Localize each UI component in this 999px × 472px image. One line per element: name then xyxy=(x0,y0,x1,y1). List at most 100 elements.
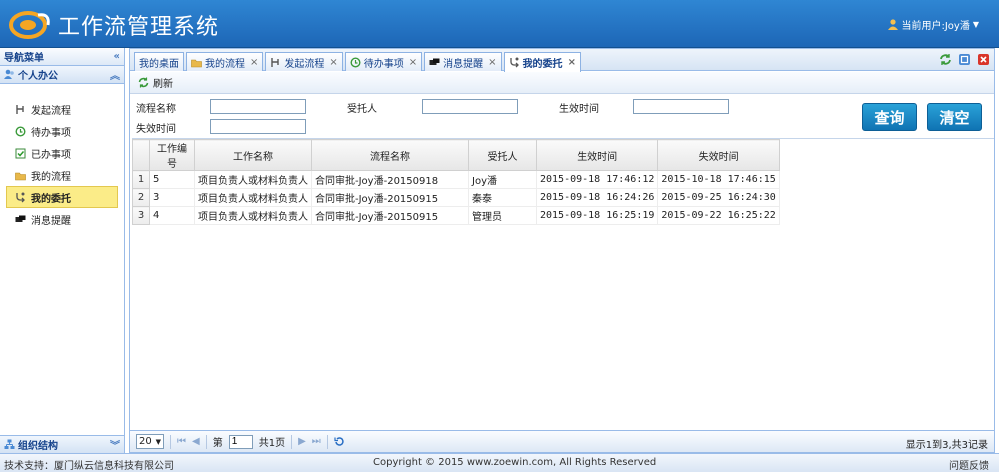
tab-bar: 我的桌面 我的流程 × 发起流程 × 待办事项 × 消息提醒 × 我的委托 × xyxy=(130,49,994,72)
folder-icon xyxy=(15,172,26,180)
org-icon xyxy=(4,439,15,449)
query-button[interactable]: 查询 xyxy=(862,103,917,131)
cell-end: 2015-09-22 16:25:22 xyxy=(657,206,780,225)
cell-end: 2015-09-25 16:24:30 xyxy=(657,188,780,207)
column-header[interactable]: 生效时间 xyxy=(535,139,659,171)
row-number: 1 xyxy=(132,170,150,189)
cell-flow: 合同审批-Joy潘-20150915 xyxy=(311,188,469,207)
collapse-left-icon[interactable]: « xyxy=(114,51,120,62)
sidebar-item-label: 发起流程 xyxy=(31,105,71,117)
process-name-input[interactable] xyxy=(210,99,306,114)
table-row[interactable]: 2 3 项目负责人或材料负责人 合同审批-Joy潘-20150915 秦泰 20… xyxy=(132,188,780,207)
sidebar-item-todo[interactable]: 待办事项 xyxy=(6,120,118,142)
checklist-icon xyxy=(15,148,26,158)
table-header-row: 工作编号 工作名称 流程名称 受托人 生效时间 失效时间 xyxy=(132,139,780,171)
todo-icon xyxy=(350,56,361,68)
users-icon xyxy=(4,69,14,79)
main-panel: 我的桌面 我的流程 × 发起流程 × 待办事项 × 消息提醒 × 我的委托 × … xyxy=(129,48,995,453)
close-icon[interactable]: × xyxy=(250,57,258,68)
expire-time-input[interactable] xyxy=(210,119,306,134)
page-number-input[interactable] xyxy=(228,434,253,449)
pager-info: 显示1到3,共3记录 xyxy=(905,440,988,451)
page-size-select[interactable]: 20 ▼ xyxy=(136,434,164,449)
column-header[interactable]: 工作名称 xyxy=(194,139,312,171)
sidebar-item-label: 待办事项 xyxy=(31,127,71,139)
cell-work: 项目负责人或材料负责人 xyxy=(194,170,312,189)
cell-end: 2015-10-18 17:46:15 xyxy=(657,170,780,189)
clear-button[interactable]: 清空 xyxy=(927,103,982,131)
table-row[interactable]: 1 5 项目负责人或材料负责人 合同审批-Joy潘-20150918 Joy潘 … xyxy=(132,170,780,189)
logo-icon xyxy=(9,11,50,39)
sidebar-item-start-process[interactable]: 发起流程 xyxy=(6,98,118,120)
expand-down-icon[interactable]: ︾ xyxy=(110,437,120,452)
delegate-icon xyxy=(509,57,519,68)
pager-separator xyxy=(326,434,328,449)
column-header[interactable]: 受托人 xyxy=(468,139,537,171)
tab-start-process[interactable]: 发起流程 × xyxy=(265,52,343,71)
refresh-tab-icon[interactable] xyxy=(939,53,952,66)
close-icon[interactable]: × xyxy=(488,57,496,68)
maximize-icon[interactable] xyxy=(958,53,971,66)
cell-start: 2015-09-18 16:25:19 xyxy=(535,206,659,225)
footer: 技术支持：厦门纵云信息科技有限公司 Copyright © 2015 www.z… xyxy=(0,453,999,472)
sidebar-group-org[interactable]: 组织结构 ︾ xyxy=(0,435,124,453)
sidebar-item-done[interactable]: 已办事项 xyxy=(6,142,118,164)
tab-todo[interactable]: 待办事项 × xyxy=(344,52,423,71)
delegate-input[interactable] xyxy=(422,99,518,114)
sidebar-item-label: 我的委托 xyxy=(31,193,71,205)
column-header[interactable]: 失效时间 xyxy=(657,139,780,171)
cell-start: 2015-09-18 16:24:26 xyxy=(535,188,659,207)
collapse-up-icon[interactable]: ︽ xyxy=(110,67,120,82)
refresh-icon[interactable] xyxy=(138,77,149,88)
tab-my-process[interactable]: 我的流程 × xyxy=(186,52,264,71)
first-page-icon[interactable]: ⏮ xyxy=(177,436,186,447)
close-icon[interactable]: × xyxy=(409,57,417,68)
column-header[interactable]: 流程名称 xyxy=(311,139,469,171)
sidebar-item-my-process[interactable]: 我的流程 xyxy=(6,164,118,186)
expire-time-label: 失效时间 xyxy=(136,124,176,135)
delegation-table: 工作编号 工作名称 流程名称 受托人 生效时间 失效时间 1 5 项目负责人或材… xyxy=(132,139,780,225)
sidebar-header: 导航菜单 « xyxy=(0,48,124,66)
message-icon xyxy=(429,58,440,65)
tab-label: 消息提醒 xyxy=(443,58,484,70)
cell-id: 5 xyxy=(149,170,195,189)
chevron-down-icon: ▼ xyxy=(155,437,161,446)
sidebar-bottom-label: 组织结构 xyxy=(18,441,58,452)
sidebar-group-label: 个人办公 xyxy=(18,71,58,82)
refresh-button[interactable]: 刷新 xyxy=(153,75,173,90)
table-row[interactable]: 3 4 项目负责人或材料负责人 合同审批-Joy潘-20150915 管理员 2… xyxy=(132,206,780,225)
next-page-icon[interactable]: ▶ xyxy=(298,436,306,447)
tab-messages[interactable]: 消息提醒 × xyxy=(424,52,502,71)
close-icon[interactable]: × xyxy=(568,57,576,68)
effective-time-input[interactable] xyxy=(633,99,729,114)
page-total: 共1页 xyxy=(258,438,286,449)
cell-id: 3 xyxy=(149,188,195,207)
current-user[interactable]: 当前用户:Joy潘 ▼ xyxy=(888,17,979,32)
row-number: 2 xyxy=(132,188,150,207)
close-panel-icon[interactable] xyxy=(977,53,990,66)
tech-support: 技术支持：厦门纵云信息科技有限公司 xyxy=(4,461,174,472)
message-icon xyxy=(15,215,26,222)
feedback-link[interactable]: 问题反馈 xyxy=(949,457,989,472)
user-icon xyxy=(888,19,899,30)
sidebar-item-my-delegation[interactable]: 我的委托 xyxy=(6,186,118,208)
close-icon[interactable]: × xyxy=(329,57,337,68)
cell-work: 项目负责人或材料负责人 xyxy=(194,206,312,225)
last-page-icon[interactable]: ⏭ xyxy=(312,436,321,447)
search-form: 流程名称 受托人 生效时间 失效时间 查询 清空 xyxy=(130,95,994,139)
tab-label: 发起流程 xyxy=(284,58,325,70)
sidebar-group-personal[interactable]: 个人办公 ︽ xyxy=(0,66,124,84)
reload-icon[interactable] xyxy=(334,436,345,447)
flow-icon xyxy=(16,104,24,114)
sidebar-item-messages[interactable]: 消息提醒 xyxy=(6,208,118,230)
column-header[interactable]: 工作编号 xyxy=(149,139,195,171)
flow-icon xyxy=(271,57,280,67)
effective-time-label: 生效时间 xyxy=(559,104,599,115)
tab-my-desktop[interactable]: 我的桌面 xyxy=(134,52,184,71)
current-user-label: 当前用户:Joy潘 xyxy=(901,21,970,32)
process-name-label: 流程名称 xyxy=(136,104,176,115)
pager-separator xyxy=(170,434,171,449)
sidebar-title: 导航菜单 xyxy=(4,53,44,64)
tab-my-delegation[interactable]: 我的委托 × xyxy=(503,52,581,72)
prev-page-icon[interactable]: ◀ xyxy=(192,436,200,447)
